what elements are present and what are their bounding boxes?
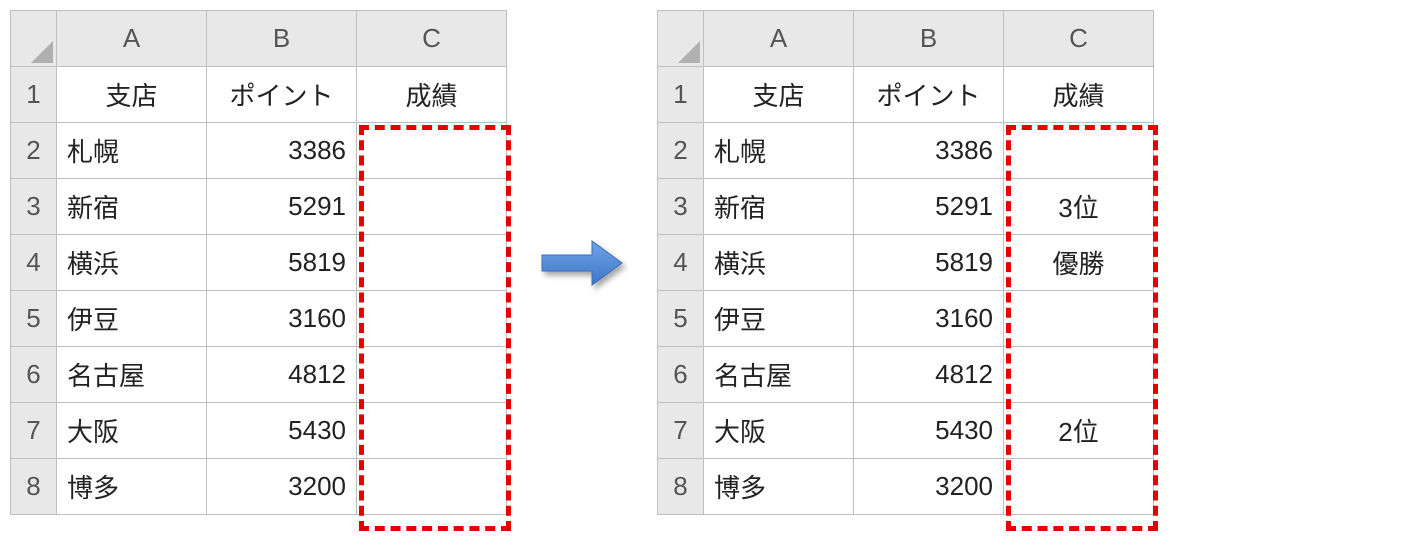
row-header[interactable]: 5 xyxy=(658,291,704,347)
arrow-icon xyxy=(537,233,627,293)
row-header[interactable]: 7 xyxy=(658,403,704,459)
cell-branch[interactable]: 博多 xyxy=(57,459,207,515)
cell-branch[interactable]: 札幌 xyxy=(704,123,854,179)
left-spreadsheet: A B C 1 支店 ポイント 成績 2 札幌 3386 3 新宿 5291 xyxy=(10,10,507,515)
cell-points[interactable]: 5430 xyxy=(854,403,1004,459)
cell-branch[interactable]: 横浜 xyxy=(57,235,207,291)
cell-branch[interactable]: 新宿 xyxy=(57,179,207,235)
row-header[interactable]: 4 xyxy=(658,235,704,291)
col-header-B[interactable]: B xyxy=(854,11,1004,67)
col-header-B[interactable]: B xyxy=(207,11,357,67)
row-header[interactable]: 6 xyxy=(11,347,57,403)
selection-marquee xyxy=(1006,125,1158,531)
row-header[interactable]: 3 xyxy=(11,179,57,235)
row-header[interactable]: 7 xyxy=(11,403,57,459)
right-spreadsheet: A B C 1 支店 ポイント 成績 2 札幌 3386 3 新宿 5291 3… xyxy=(657,10,1154,515)
cell-points[interactable]: 3386 xyxy=(854,123,1004,179)
cell-branch[interactable]: 伊豆 xyxy=(704,291,854,347)
row-header[interactable]: 4 xyxy=(11,235,57,291)
cell-points[interactable]: 5819 xyxy=(854,235,1004,291)
col-header-A[interactable]: A xyxy=(704,11,854,67)
header-cell-rank[interactable]: 成績 xyxy=(357,67,507,123)
col-header-A[interactable]: A xyxy=(57,11,207,67)
cell-points[interactable]: 3200 xyxy=(854,459,1004,515)
cell-points[interactable]: 4812 xyxy=(854,347,1004,403)
cell-branch[interactable]: 札幌 xyxy=(57,123,207,179)
select-all-corner[interactable] xyxy=(658,11,704,67)
cell-points[interactable]: 3160 xyxy=(854,291,1004,347)
header-cell-branch[interactable]: 支店 xyxy=(57,67,207,123)
cell-points[interactable]: 5430 xyxy=(207,403,357,459)
col-header-C[interactable]: C xyxy=(357,11,507,67)
cell-branch[interactable]: 博多 xyxy=(704,459,854,515)
row-header[interactable]: 5 xyxy=(11,291,57,347)
cell-points[interactable]: 5819 xyxy=(207,235,357,291)
select-all-corner[interactable] xyxy=(11,11,57,67)
row-header[interactable]: 1 xyxy=(658,67,704,123)
selection-marquee xyxy=(359,125,511,531)
header-cell-rank[interactable]: 成績 xyxy=(1004,67,1154,123)
cell-points[interactable]: 5291 xyxy=(207,179,357,235)
cell-points[interactable]: 4812 xyxy=(207,347,357,403)
row-header[interactable]: 2 xyxy=(11,123,57,179)
row-header[interactable]: 8 xyxy=(11,459,57,515)
cell-branch[interactable]: 名古屋 xyxy=(57,347,207,403)
row-header[interactable]: 1 xyxy=(11,67,57,123)
row-header[interactable]: 8 xyxy=(658,459,704,515)
header-cell-points[interactable]: ポイント xyxy=(854,67,1004,123)
row-header[interactable]: 3 xyxy=(658,179,704,235)
cell-points[interactable]: 5291 xyxy=(854,179,1004,235)
cell-branch[interactable]: 名古屋 xyxy=(704,347,854,403)
col-header-C[interactable]: C xyxy=(1004,11,1154,67)
cell-branch[interactable]: 大阪 xyxy=(704,403,854,459)
cell-points[interactable]: 3160 xyxy=(207,291,357,347)
cell-points[interactable]: 3200 xyxy=(207,459,357,515)
cell-branch[interactable]: 大阪 xyxy=(57,403,207,459)
cell-points[interactable]: 3386 xyxy=(207,123,357,179)
cell-branch[interactable]: 伊豆 xyxy=(57,291,207,347)
header-cell-branch[interactable]: 支店 xyxy=(704,67,854,123)
row-header[interactable]: 2 xyxy=(658,123,704,179)
header-cell-points[interactable]: ポイント xyxy=(207,67,357,123)
cell-branch[interactable]: 新宿 xyxy=(704,179,854,235)
cell-branch[interactable]: 横浜 xyxy=(704,235,854,291)
row-header[interactable]: 6 xyxy=(658,347,704,403)
